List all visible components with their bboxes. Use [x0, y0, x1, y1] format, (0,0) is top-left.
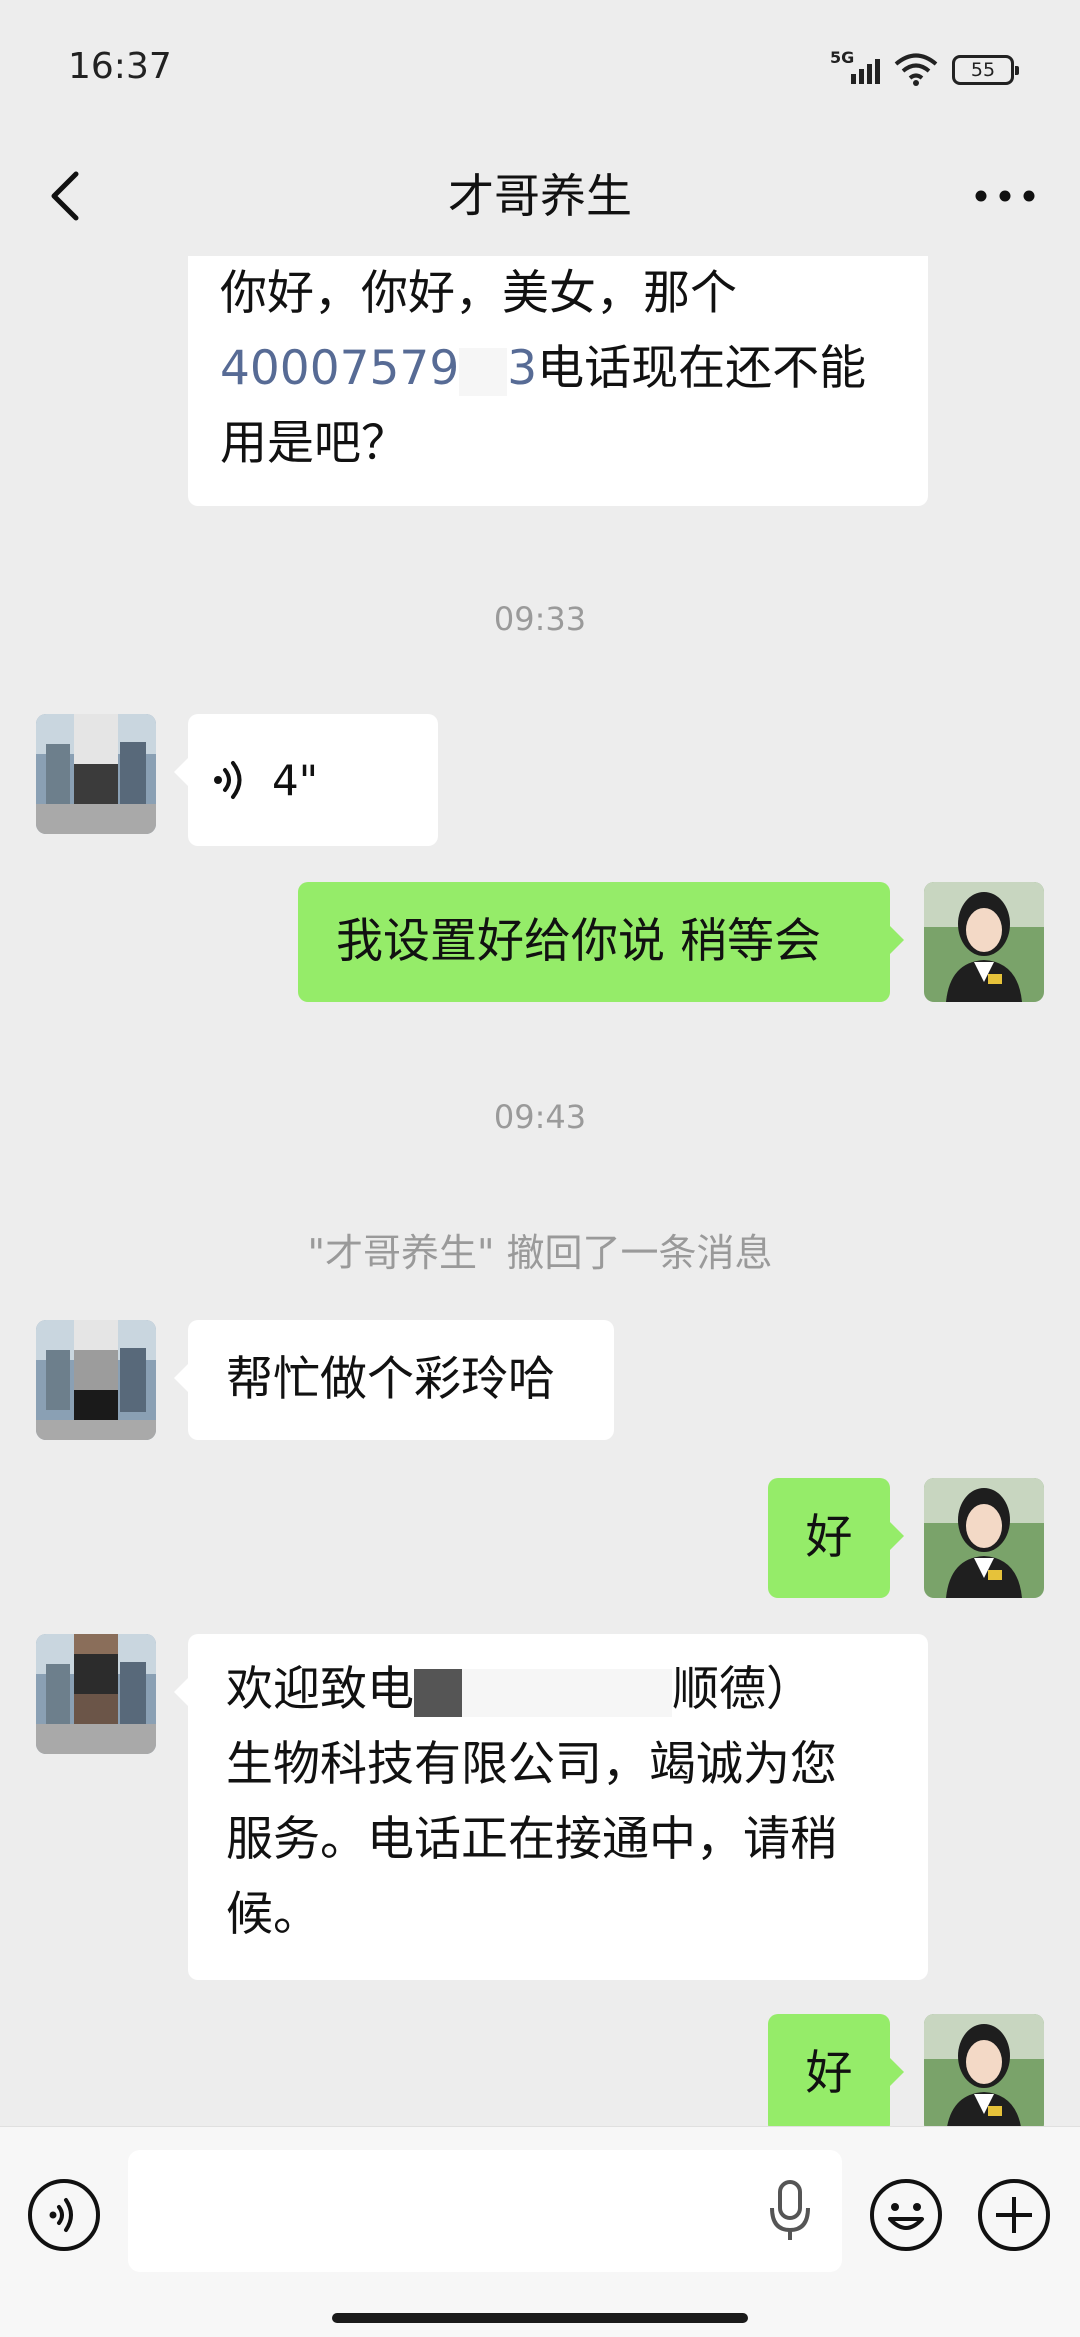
- avatar-image: [924, 882, 1044, 1002]
- avatar-image: [924, 2014, 1044, 2126]
- message-text: 候。: [226, 1887, 320, 1942]
- chat-history[interactable]: 你好，你好，美女，那个 40007579 3电话现在还不能 用是吧？ 09:33 …: [0, 256, 1080, 2126]
- message-text: 好: [805, 2046, 853, 2101]
- message-text: 电话现在还不能: [537, 341, 867, 396]
- message-text: 生物科技有限公司，竭诚为您: [226, 1737, 837, 1792]
- voice-wave-icon: [214, 761, 242, 799]
- phone-number-tail: 3: [507, 341, 538, 396]
- contact-avatar[interactable]: [36, 1320, 156, 1440]
- more-button[interactable]: [970, 166, 1040, 226]
- avatar-image: [36, 1320, 156, 1440]
- my-avatar[interactable]: [924, 1478, 1044, 1598]
- redaction-mask: [414, 1668, 462, 1717]
- status-icons: 5G 55: [830, 48, 1019, 90]
- my-avatar[interactable]: [924, 2014, 1044, 2126]
- avatar-image: [36, 1634, 156, 1754]
- message-bubble-incoming[interactable]: 欢迎致电 顺德） 生物科技有限公司，竭诚为您 服务。电话正在接通中，请稍 候。: [174, 1634, 928, 1980]
- message-composer: [0, 2126, 1080, 2337]
- wifi-icon: [894, 53, 938, 86]
- cellular-signal-icon: 5G: [830, 48, 880, 88]
- chat-header: 才哥养生: [0, 140, 1080, 256]
- battery-icon: 55: [952, 55, 1019, 85]
- voice-duration: 4": [272, 755, 319, 805]
- emoji-icon: [870, 2179, 942, 2251]
- message-text: 你好，你好，美女，那个: [220, 266, 737, 321]
- microphone-button[interactable]: [768, 2178, 812, 2244]
- emoji-button[interactable]: [868, 2177, 944, 2253]
- message-text: 服务。电话正在接通中，请稍: [226, 1812, 837, 1867]
- avatar-image: [924, 1478, 1044, 1598]
- more-dots-icon: [975, 190, 1035, 202]
- message-text: 好: [805, 1510, 853, 1565]
- voice-message-bubble[interactable]: 4": [174, 714, 438, 846]
- message-text-line: 40007579 3电话现在还不能: [220, 331, 896, 406]
- phone-number-link[interactable]: 40007579: [220, 341, 459, 396]
- message-text: 帮忙做个彩玲哈: [226, 1352, 555, 1407]
- more-functions-button[interactable]: [976, 2177, 1052, 2253]
- avatar-image: [36, 714, 156, 834]
- redaction-mask: [462, 1668, 672, 1717]
- message-bubble-incoming[interactable]: 帮忙做个彩玲哈: [174, 1320, 614, 1440]
- contact-avatar[interactable]: [36, 1634, 156, 1754]
- my-avatar[interactable]: [924, 882, 1044, 1002]
- timestamp: 09:43: [493, 1098, 587, 1136]
- status-bar: 16:37 5G 55: [0, 0, 1080, 140]
- microphone-icon: [770, 2180, 810, 2240]
- voice-input-icon: [28, 2179, 100, 2251]
- message-bubble-outgoing[interactable]: 好: [768, 2014, 904, 2126]
- timestamp: 09:33: [493, 600, 587, 638]
- plus-icon: [978, 2179, 1050, 2251]
- message-bubble-outgoing[interactable]: 我设置好给你说 稍等会: [298, 882, 904, 1002]
- message-text: 用是吧？: [220, 416, 408, 471]
- message-text: 欢迎致电: [226, 1662, 414, 1717]
- chat-title: 才哥养生: [448, 169, 632, 223]
- redaction-mask: [459, 347, 508, 396]
- voice-message: 4": [188, 714, 438, 846]
- message-text: 我设置好给你说 稍等会: [336, 914, 821, 969]
- message-text: 顺德）: [672, 1662, 813, 1717]
- message-bubble-incoming[interactable]: 你好，你好，美女，那个 40007579 3电话现在还不能 用是吧？: [188, 256, 928, 506]
- contact-avatar[interactable]: [36, 714, 156, 834]
- recall-notice: "才哥养生" 撤回了一条消息: [307, 1231, 773, 1275]
- voice-input-button[interactable]: [26, 2177, 102, 2253]
- message-input[interactable]: [128, 2150, 842, 2272]
- home-indicator[interactable]: [332, 2313, 748, 2323]
- status-time: 16:37: [68, 46, 172, 87]
- message-text-line: 欢迎致电 顺德）: [226, 1652, 896, 1727]
- message-bubble-outgoing[interactable]: 好: [768, 1478, 904, 1598]
